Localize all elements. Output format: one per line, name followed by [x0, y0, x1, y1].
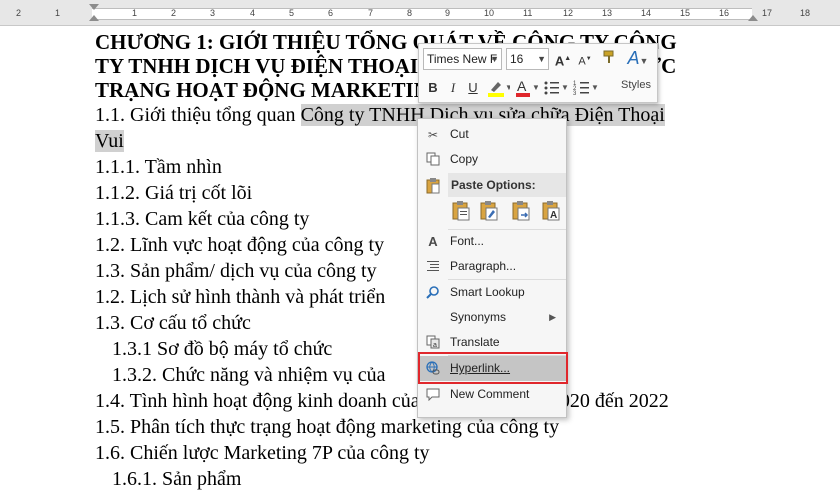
- scissors-icon: ✂: [427, 128, 439, 142]
- numbering-icon[interactable]: 1 2 3 ▼: [571, 78, 599, 98]
- styles-label: Styles: [621, 79, 651, 91]
- ruler-tick: 2: [171, 8, 177, 18]
- chevron-down-icon: ▼: [537, 54, 546, 64]
- paste-options-label: Paste Options:: [448, 173, 566, 197]
- menu-item-font[interactable]: A Font...: [418, 229, 566, 254]
- clipboard-icon: [425, 178, 441, 194]
- hyperlink-highlight-outline: [418, 352, 568, 384]
- ruler-tick: 7: [368, 8, 374, 18]
- ruler-tick: 15: [680, 8, 691, 18]
- ruler-track: [92, 8, 752, 20]
- mini-toolbar: Times New F ▼ 16 ▼ A▲ A▼ A▼ B I U ▼ A ▼ ▼ 1…: [418, 43, 658, 103]
- format-painter-icon[interactable]: [599, 49, 619, 69]
- search-icon: [425, 285, 441, 301]
- ruler-tick: 2: [16, 8, 22, 18]
- font-color-button[interactable]: A ▼: [513, 78, 540, 98]
- paste-keep-source-icon[interactable]: [450, 200, 472, 222]
- highlight-color-button[interactable]: ▼: [485, 78, 513, 98]
- font-name-dropdown[interactable]: Times New F ▼: [423, 48, 502, 70]
- menu-item-new-comment[interactable]: New Comment: [418, 382, 566, 407]
- italic-button[interactable]: I: [443, 78, 463, 98]
- ruler-tick: 4: [250, 8, 256, 18]
- toc-line: 1.6. Chiến lược Marketing 7P của công ty: [95, 442, 430, 464]
- selected-text[interactable]: Vui: [95, 130, 124, 152]
- grow-font-button[interactable]: A▲: [553, 49, 573, 69]
- paragraph-icon: [425, 259, 441, 275]
- menu-item-paragraph[interactable]: Paragraph...: [418, 254, 566, 279]
- paste-text-only-icon[interactable]: A: [540, 200, 562, 222]
- svg-text:▼: ▼: [505, 83, 510, 92]
- bullets-icon[interactable]: ▼: [541, 78, 569, 98]
- comment-icon: [425, 387, 441, 403]
- right-indent-marker[interactable]: [748, 15, 758, 21]
- chevron-right-icon: ▶: [549, 312, 556, 322]
- copy-icon: [425, 152, 441, 168]
- paste-picture-icon[interactable]: [510, 200, 532, 222]
- ruler-tick: 9: [445, 8, 451, 18]
- underline-button[interactable]: U: [463, 78, 483, 98]
- svg-text:▼: ▼: [561, 83, 568, 92]
- svg-text:▼: ▼: [532, 83, 538, 92]
- menu-item-smart-lookup[interactable]: Smart Lookup: [418, 280, 566, 305]
- font-size-dropdown[interactable]: 16 ▼: [506, 48, 549, 70]
- ruler-tick: 1: [55, 8, 61, 18]
- ruler-tick: 18: [800, 8, 811, 18]
- svg-text:a: a: [433, 342, 437, 349]
- ruler-tick: 16: [719, 8, 730, 18]
- font-icon: A: [428, 234, 438, 249]
- svg-text:3: 3: [573, 91, 577, 97]
- first-line-indent-marker[interactable]: [89, 4, 99, 10]
- ruler-tick: 10: [484, 8, 495, 18]
- ruler-tick: 3: [210, 8, 216, 18]
- svg-text:A: A: [517, 78, 527, 94]
- bold-button[interactable]: B: [423, 78, 443, 98]
- ruler-tick: 1: [132, 8, 138, 18]
- ruler-tick: 8: [407, 8, 413, 18]
- translate-icon: a: [425, 335, 441, 351]
- shrink-font-button[interactable]: A▼: [575, 49, 595, 69]
- menu-item-cut[interactable]: ✂ Cut: [418, 122, 566, 147]
- horizontal-ruler[interactable]: 2 1 1 2 3 4 5 6 7 8 9 10 11 12 13 14 15 …: [0, 0, 840, 26]
- menu-item-copy[interactable]: Copy: [418, 147, 566, 172]
- ruler-tick: 13: [602, 8, 613, 18]
- ruler-tick: 14: [641, 8, 652, 18]
- ruler-tick: 11: [523, 8, 533, 18]
- left-indent-marker[interactable]: [89, 15, 99, 21]
- ruler-tick: 6: [328, 8, 334, 18]
- menu-item-synonyms[interactable]: Synonyms ▶: [418, 305, 566, 330]
- ruler-tick: 5: [289, 8, 295, 18]
- chevron-down-icon: ▼: [490, 54, 499, 64]
- ruler-tick: 12: [563, 8, 574, 18]
- svg-text:▼: ▼: [591, 83, 598, 92]
- toc-line: 1.6.1. Sản phẩm: [112, 468, 242, 490]
- ruler-tick: 17: [762, 8, 773, 18]
- paste-merge-format-icon[interactable]: [478, 200, 500, 222]
- svg-text:A: A: [550, 210, 557, 221]
- styles-icon[interactable]: A▼: [623, 48, 653, 68]
